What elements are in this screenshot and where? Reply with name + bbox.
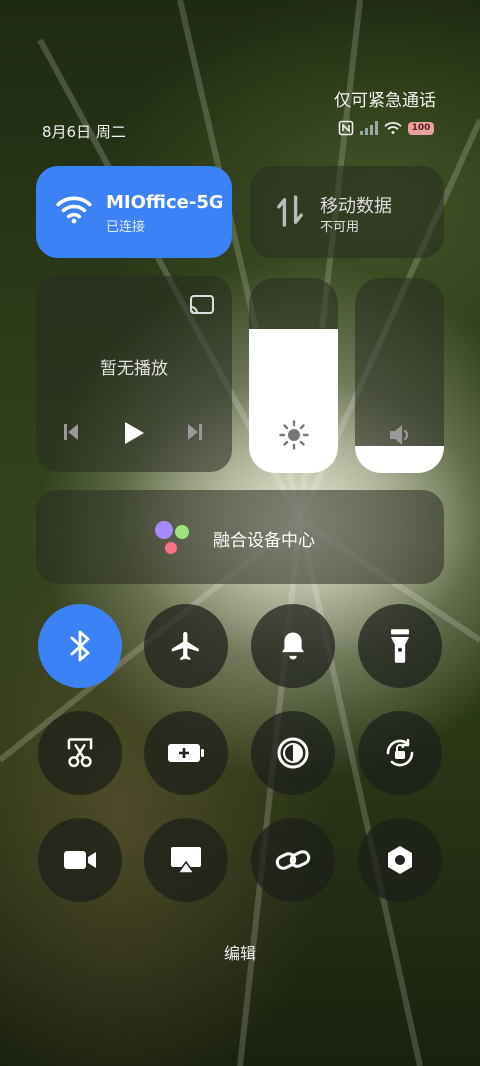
status-icons: 100 [338, 120, 434, 136]
rotation-lock-icon [382, 735, 418, 771]
bluetooth-toggle[interactable] [38, 604, 122, 688]
flashlight-toggle[interactable] [358, 604, 442, 688]
edit-button[interactable]: 编辑 [0, 940, 480, 964]
dark-mode-toggle[interactable] [251, 711, 335, 795]
battery-level-text: 100 [411, 123, 431, 133]
link-icon [275, 846, 311, 874]
wifi-status-text: 已连接 [106, 220, 146, 235]
video-icon [62, 848, 98, 872]
contrast-icon [276, 736, 310, 770]
airplay-icon [169, 845, 203, 875]
signal-icon [360, 121, 378, 135]
device-center-icon [150, 518, 194, 558]
wifi-icon [56, 194, 92, 224]
screen-record-toggle[interactable] [38, 818, 122, 902]
play-icon[interactable] [122, 420, 146, 446]
ring-toggle[interactable] [251, 604, 335, 688]
brightness-icon [279, 420, 309, 450]
brightness-slider-fill [249, 328, 338, 473]
nfc-icon [338, 120, 354, 136]
mobile-data-icon [276, 194, 304, 228]
wifi-status-icon [384, 121, 402, 135]
battery-plus-icon [167, 741, 205, 765]
device-center-label: 融合设备中心 [213, 531, 315, 551]
mobile-data-title: 移动数据 [320, 196, 392, 217]
wifi-network-name: MIOffice-5G [106, 192, 222, 213]
mobile-data-status: 不可用 [320, 220, 360, 235]
screenshot-toggle[interactable] [38, 711, 122, 795]
brightness-slider[interactable] [249, 278, 338, 473]
device-center-bar[interactable]: 融合设备中心 [36, 490, 444, 584]
battery-saver-toggle[interactable] [144, 711, 228, 795]
volume-slider[interactable] [355, 278, 444, 473]
emergency-call-status: 仅可紧急通话 [334, 91, 436, 111]
bell-icon [278, 630, 308, 662]
rotation-lock-toggle[interactable] [358, 711, 442, 795]
flashlight-icon [389, 628, 411, 664]
volume-icon [387, 422, 413, 448]
date-text: 8月6日 周二 [42, 123, 126, 141]
wifi-tile[interactable]: MIOffice-5G 已连接 [36, 166, 232, 258]
bluetooth-icon [67, 629, 93, 663]
battery-icon: 100 [408, 121, 434, 135]
cast-screen-toggle[interactable] [144, 818, 228, 902]
settings-toggle[interactable] [358, 818, 442, 902]
link-share-toggle[interactable] [251, 818, 335, 902]
scissors-icon [65, 737, 95, 769]
airplane-icon [169, 629, 203, 663]
cast-icon[interactable] [188, 294, 216, 318]
mobile-data-tile[interactable]: 移动数据 不可用 [250, 166, 444, 258]
volume-slider-fill [355, 445, 444, 473]
media-status-text: 暂无播放 [100, 359, 168, 379]
previous-icon[interactable] [62, 422, 80, 442]
next-icon[interactable] [186, 422, 204, 442]
hexagon-settings-icon [385, 844, 415, 876]
media-player-tile[interactable]: 暂无播放 [36, 276, 232, 472]
airplane-mode-toggle[interactable] [144, 604, 228, 688]
